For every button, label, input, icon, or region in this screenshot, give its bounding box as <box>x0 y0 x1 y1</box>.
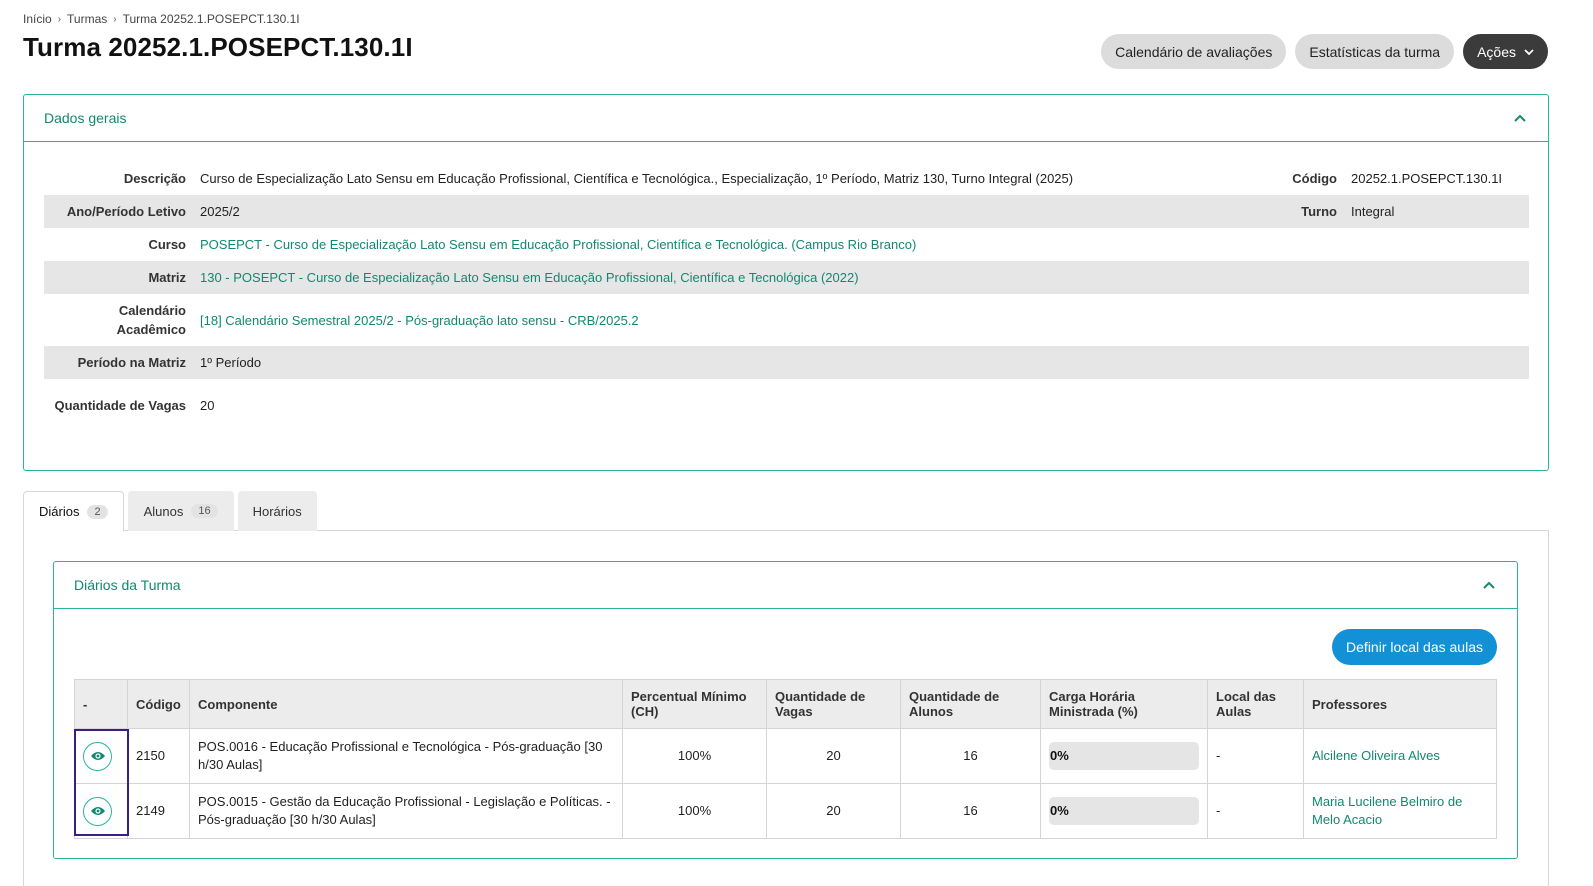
info-value: 20 <box>200 397 215 413</box>
info-value: 20252.1.POSEPCT.130.1I <box>1351 170 1503 186</box>
page-title: Turma 20252.1.POSEPCT.130.1I <box>23 32 413 62</box>
codigo-cell: 2149 <box>127 783 190 839</box>
info-label: Curso <box>148 237 186 252</box>
column-header: Carga Horária Ministrada (%) <box>1040 679 1208 729</box>
info-label: Turno <box>1301 204 1337 219</box>
progress-label: 0% <box>1050 803 1069 818</box>
componente-cell: POS.0015 - Gestão da Educação Profission… <box>189 783 623 839</box>
chevron-down-icon <box>1524 48 1534 55</box>
breadcrumb-current: Turma 20252.1.POSEPCT.130.1I <box>122 12 300 26</box>
professor-link[interactable]: Maria Lucilene Belmiro de Melo Acacio <box>1312 794 1462 827</box>
alunos-cell: 16 <box>900 783 1041 839</box>
column-header: Quantidade de Vagas <box>766 679 901 729</box>
calendario-avaliacoes-button[interactable]: Calendário de avaliações <box>1101 34 1287 69</box>
eye-icon <box>90 752 105 760</box>
info-value: Curso de Especialização Lato Sensu em Ed… <box>200 170 1074 186</box>
vagas-cell: 20 <box>766 783 901 839</box>
tab-bar: Diários 2 Alunos 16 Horários <box>23 491 1549 532</box>
page-actions: Calendário de avaliações Estatísticas da… <box>1101 34 1548 69</box>
calendario-link[interactable]: [18] Calendário Semestral 2025/2 - Pós-g… <box>200 313 639 328</box>
column-header: Quantidade de Alunos <box>900 679 1041 729</box>
chevron-up-icon[interactable] <box>1512 110 1528 126</box>
column-header: Código <box>127 679 190 729</box>
tab-diarios[interactable]: Diários 2 <box>23 491 124 532</box>
info-label: Código <box>1292 170 1337 186</box>
progress-label: 0% <box>1050 748 1069 763</box>
tab-horarios[interactable]: Horários <box>237 491 317 531</box>
info-label: Ano/Período Letivo <box>66 204 186 219</box>
info-row-curso: Curso POSEPCT - Curso de Especialização … <box>44 228 1529 261</box>
column-header: - <box>74 679 128 729</box>
info-label: Período na Matriz <box>77 355 186 370</box>
info-row-periodo-matriz: Período na Matriz 1º Período <box>44 346 1529 379</box>
local-cell: - <box>1207 728 1304 784</box>
table-row: 2150 POS.0016 - Educação Profissional e … <box>74 728 1497 784</box>
info-value: 1º Período <box>200 355 262 370</box>
alunos-cell: 16 <box>900 728 1041 784</box>
count-badge: 16 <box>191 504 218 518</box>
tab-label: Horários <box>252 503 302 519</box>
info-row-matriz: Matriz 130 - POSEPCT - Curso de Especial… <box>44 261 1529 294</box>
count-badge: 2 <box>87 504 108 519</box>
chevron-right-icon: › <box>57 13 62 25</box>
local-cell: - <box>1207 783 1304 839</box>
diarios-table: - Código Componente Percentual Mínimo (C… <box>74 679 1497 839</box>
info-row-descricao: Descrição Curso de Especialização Lato S… <box>44 161 1529 195</box>
column-header: Professores <box>1303 679 1497 729</box>
matriz-link[interactable]: 130 - POSEPCT - Curso de Especialização … <box>200 270 859 285</box>
info-label: Matriz <box>148 270 186 285</box>
info-row-calendario: Calendário Acadêmico [18] Calendário Sem… <box>44 294 1529 346</box>
info-label: Quantidade de Vagas <box>54 397 187 413</box>
chevron-right-icon: › <box>113 13 117 25</box>
curso-link[interactable]: POSEPCT - Curso de Especialização Lato S… <box>200 237 916 252</box>
tab-alunos[interactable]: Alunos 16 <box>127 491 234 531</box>
table-row: 2149 POS.0015 - Gestão da Educação Profi… <box>74 783 1497 839</box>
chevron-up-icon[interactable] <box>1481 577 1497 593</box>
acoes-label: Ações <box>1477 43 1516 60</box>
breadcrumb: Início › Turmas › Turma 20252.1.POSEPCT.… <box>23 12 300 26</box>
diarios-header[interactable]: Diários da Turma <box>54 562 1517 609</box>
vagas-cell: 20 <box>766 728 901 784</box>
tab-label: Diários <box>39 504 80 519</box>
breadcrumb-turmas[interactable]: Turmas <box>67 12 107 26</box>
view-diario-button[interactable] <box>83 741 112 771</box>
percentual-cell: 100% <box>622 728 767 784</box>
percentual-cell: 100% <box>622 783 767 839</box>
column-header: Componente <box>189 679 623 729</box>
dados-gerais-title: Dados gerais <box>44 110 127 126</box>
column-header: Percentual Mínimo (CH) <box>622 679 767 729</box>
dados-gerais-header[interactable]: Dados gerais <box>24 95 1548 142</box>
breadcrumb-inicio[interactable]: Início <box>23 12 52 26</box>
info-value: Integral <box>1351 204 1395 219</box>
professor-link[interactable]: Alcilene Oliveira Alves <box>1312 748 1440 763</box>
info-value: 2025/2 <box>200 204 240 219</box>
componente-cell: POS.0016 - Educação Profissional e Tecno… <box>189 728 623 784</box>
column-header: Local das Aulas <box>1207 679 1304 729</box>
view-diario-button[interactable] <box>83 796 112 826</box>
acoes-dropdown-button[interactable]: Ações <box>1463 34 1548 69</box>
info-label: Descrição <box>123 170 186 186</box>
dados-gerais-panel: Dados gerais Descrição Curso de Especial… <box>23 94 1549 471</box>
dados-gerais-table: Descrição Curso de Especialização Lato S… <box>44 161 1529 431</box>
table-header-row: - Código Componente Percentual Mínimo (C… <box>74 679 1497 729</box>
definir-local-button[interactable]: Definir local das aulas <box>1332 629 1497 665</box>
carga-progress-bar: 0% <box>1049 742 1199 770</box>
info-label: Calendário Acadêmico <box>116 303 186 337</box>
diarios-title: Diários da Turma <box>74 577 181 593</box>
info-row-ano-periodo: Ano/Período Letivo 2025/2 Turno Integral <box>44 195 1529 228</box>
diarios-panel: Diários da Turma Definir local das aulas… <box>53 561 1518 859</box>
info-row-vagas: Quantidade de Vagas 20 <box>44 379 1529 431</box>
codigo-cell: 2150 <box>127 728 190 784</box>
eye-icon <box>90 807 105 815</box>
carga-progress-bar: 0% <box>1049 797 1199 825</box>
tab-label: Alunos <box>143 503 184 519</box>
estatisticas-turma-button[interactable]: Estatísticas da turma <box>1295 34 1455 69</box>
